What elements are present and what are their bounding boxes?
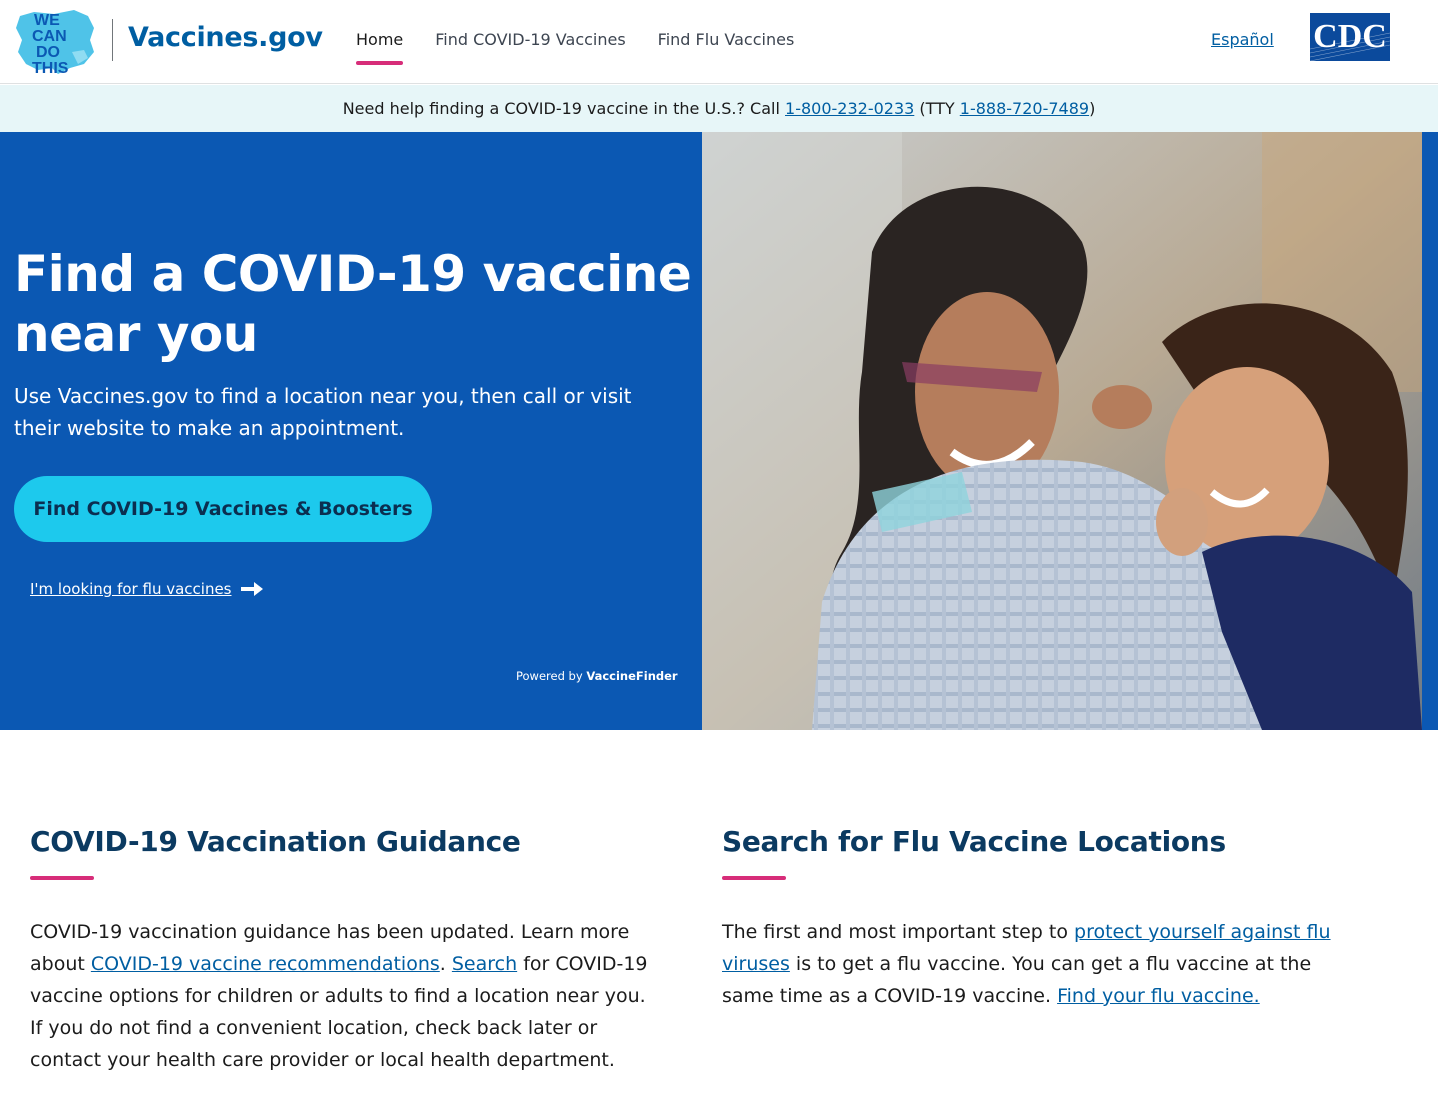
cdc-logo[interactable]: CDC (1309, 13, 1391, 62)
guidance-text: COVID-19 vaccination guidance has been u… (30, 916, 650, 1076)
guidance-section: COVID-19 Vaccination Guidance COVID-19 v… (30, 824, 650, 1076)
flu-title-underline (722, 876, 786, 880)
flu-vaccines-link[interactable]: I'm looking for flu vaccines (30, 580, 264, 598)
nav-find-covid-vaccines[interactable]: Find COVID-19 Vaccines (435, 30, 625, 49)
help-banner: Need help finding a COVID-19 vaccine in … (0, 85, 1438, 132)
powered-by-brand: VaccineFinder (586, 669, 678, 683)
flu-text: The first and most important step to pro… (722, 916, 1342, 1012)
nav-find-flu-vaccines[interactable]: Find Flu Vaccines (658, 30, 795, 49)
flu-text-1: The first and most important step to (722, 921, 1075, 943)
logo-line-1: WE (34, 12, 60, 29)
help-text-middle: (TTY (914, 99, 960, 118)
logo-line-4: THIS (32, 60, 69, 76)
hero-subtitle: Use Vaccines.gov to find a location near… (14, 384, 632, 440)
covid-recommendations-link[interactable]: COVID-19 vaccine recommendations (91, 953, 440, 975)
site-header: WE CAN DO THIS Vaccines.gov Home Find CO… (0, 0, 1438, 84)
hero-section: Find a COVID-19 vaccine near you Use Vac… (0, 132, 1438, 730)
flu-section: Search for Flu Vaccine Locations The fir… (722, 824, 1342, 1012)
hero-photo (702, 132, 1422, 730)
help-phone-link[interactable]: 1-800-232-0233 (785, 99, 914, 118)
arrow-right-icon (240, 582, 263, 596)
flu-vaccines-link-label: I'm looking for flu vaccines (30, 580, 232, 598)
hero-title: Find a COVID-19 vaccine near you (14, 245, 692, 363)
logo-divider (112, 19, 113, 61)
language-link-espanol[interactable]: Español (1211, 30, 1274, 49)
find-flu-vaccine-link[interactable]: Find your flu vaccine. (1057, 985, 1260, 1007)
help-tty-link[interactable]: 1-888-720-7489 (960, 99, 1089, 118)
find-covid-vaccines-button[interactable]: Find COVID-19 Vaccines & Boosters (14, 476, 432, 542)
main-nav: Home Find COVID-19 Vaccines Find Flu Vac… (356, 30, 826, 65)
flu-title: Search for Flu Vaccine Locations (722, 825, 1226, 858)
guidance-text-2: . (439, 953, 452, 975)
logo-line-3: DO (36, 44, 60, 61)
powered-by: Powered by VaccineFinder (516, 669, 678, 683)
help-text-after: ) (1089, 99, 1096, 118)
site-title[interactable]: Vaccines.gov (128, 22, 323, 53)
search-link[interactable]: Search (452, 953, 517, 975)
we-can-do-this-logo[interactable]: WE CAN DO THIS (14, 6, 98, 77)
cdc-logo-text: CDC (1313, 18, 1387, 55)
guidance-title: COVID-19 Vaccination Guidance (30, 825, 521, 858)
guidance-title-underline (30, 876, 94, 880)
nav-home[interactable]: Home (356, 30, 404, 65)
logo-line-2: CAN (32, 28, 67, 45)
powered-by-prefix: Powered by (516, 669, 587, 683)
help-text-before: Need help finding a COVID-19 vaccine in … (342, 99, 786, 118)
